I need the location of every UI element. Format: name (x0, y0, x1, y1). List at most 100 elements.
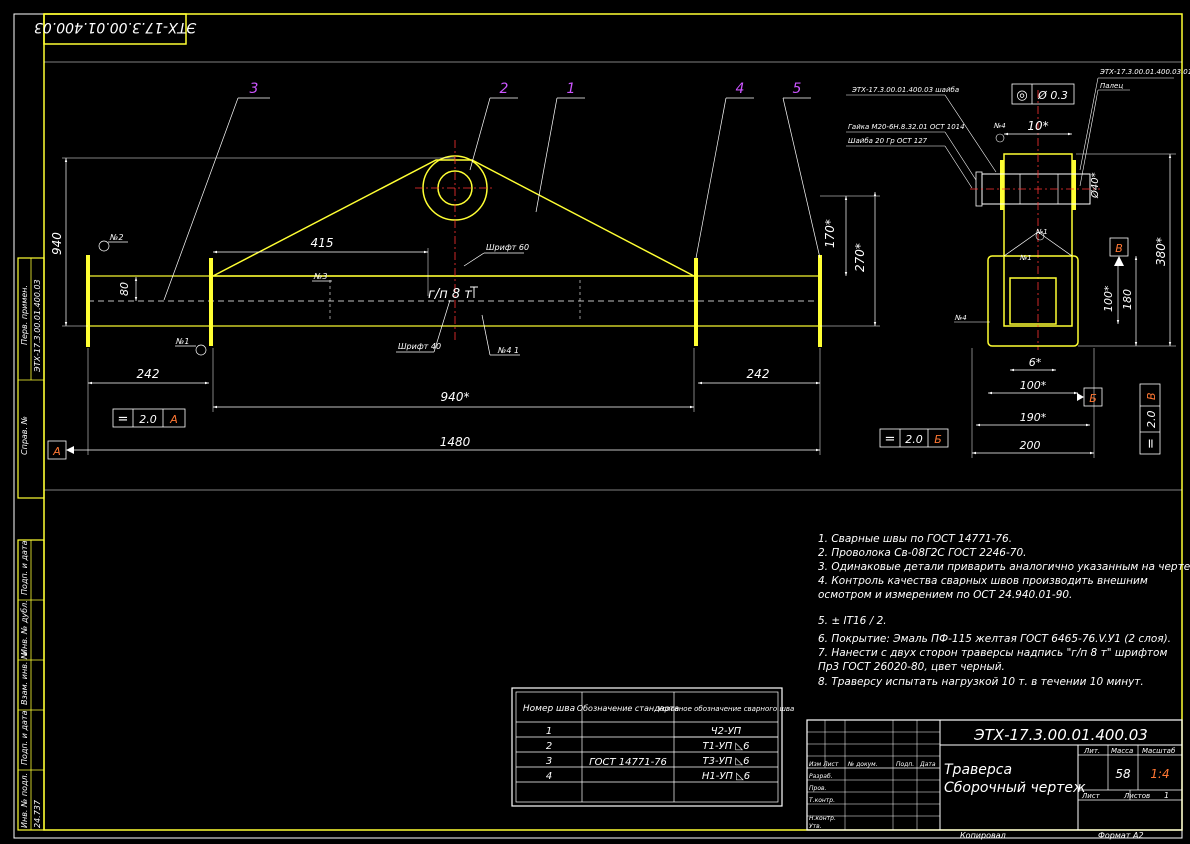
dim-200: 200 (1020, 439, 1041, 452)
weld-row2-num: 2 (546, 741, 552, 752)
tb-code: ЭТХ-17.3.00.01.400.03 (973, 726, 1148, 744)
weld-row2-sym: Т1-УП ◺6 (703, 741, 750, 752)
stamp-podp1: Подп. и дата (20, 540, 29, 595)
weld-n1b: №1 (1035, 228, 1048, 236)
tube-section-inner (1009, 277, 1057, 325)
side-leaders: ЭТХ-17.3.00.01.400.03 шайба Гайка М20-6Н… (846, 68, 1190, 323)
weld-header-sym: Условное обозначение сварного шва (658, 705, 795, 713)
tol-a-symbol: = (118, 412, 129, 427)
note-4: 4. Контроль качества сварных швов произв… (818, 575, 1148, 587)
triangle-plate (212, 159, 695, 277)
tb-list: Лист (1081, 792, 1101, 800)
tb-listov-val: 1 (1164, 791, 1169, 800)
outer-frame (13, 13, 1183, 839)
dim-170: 170* (823, 219, 837, 248)
dim-6: 6* (1029, 356, 1042, 369)
tol-a-value: 2.0 (139, 413, 157, 426)
weld-row1-num: 1 (546, 726, 552, 737)
tb-mass-val: 58 (1115, 767, 1131, 781)
weld-n1c: №1 (1019, 254, 1032, 262)
note-1: 1. Сварные швы по ГОСТ 14771-76. (818, 533, 1012, 545)
tb-masshtab: Масштаб (1142, 747, 1176, 755)
weld-row4-num: 4 (546, 771, 552, 782)
tb-name1: Траверса (944, 762, 1012, 778)
gp-inscription: г/п 8 т (428, 287, 472, 302)
font-note-40: Шрифт 40 (398, 342, 441, 351)
tb-ndok: № докум. (847, 761, 878, 768)
top-code-stamp: ЭТХ-17.3.00.01.400.03 (34, 13, 197, 45)
stamp-vzam: Взам. инв. № (20, 651, 29, 705)
tol-b-symbol: = (885, 432, 896, 447)
weld-n1a: №1 (175, 337, 189, 346)
tb-scale-val: 1:4 (1150, 767, 1169, 781)
datum-b: Б (1077, 387, 1103, 407)
tube-section-outer (987, 255, 1079, 347)
footer-format: Формат А2 (1098, 831, 1144, 840)
title-block: Изм Лист № докум. Подп. Дата Разраб. Про… (806, 719, 1183, 831)
tolerance-flat-a: = 2.0 А (112, 408, 186, 428)
stamp-inv-dubl: Инв. № дубл. (20, 600, 29, 655)
weld-w1: 1 (514, 346, 519, 355)
font-note-60: Шрифт 60 (486, 243, 529, 252)
note-6: 6. Покрытие: Эмаль ПФ-115 желтая ГОСТ 64… (818, 633, 1171, 645)
tol-v-value: 2.0 (1145, 411, 1158, 429)
leader-washer: ЭТХ-17.3.00.01.400.03 шайба (851, 86, 959, 94)
dim-940-vert: 940 (50, 232, 64, 255)
stamp-inv-podl: Инв. № подл. (20, 773, 29, 828)
runout-value: Ø 0.3 (1037, 89, 1068, 102)
leader-nut: Гайка М20-6Н.8.32.01 ОСТ 1014 (848, 123, 965, 131)
tb-razrab: Разраб. (809, 773, 833, 780)
tol-a-base: А (169, 413, 178, 426)
note-3: 3. Одинаковые детали приварить аналогичн… (818, 561, 1190, 573)
note-2: 2. Проволока Св-08Г2С ГОСТ 2246-70. (818, 547, 1026, 559)
side-stamp: Перв. примен. ЭТХ-17.3.00.01.400.03 Спра… (17, 257, 45, 831)
tb-prov: Пров. (809, 785, 827, 792)
tol-v-symbol: = (1144, 438, 1159, 449)
weld-row4-sym: Н1-УП ◺6 (702, 771, 750, 782)
dim-1480: 1480 (440, 435, 471, 449)
dim-940: 940* (441, 390, 470, 404)
dim-380: 380* (1154, 237, 1168, 266)
end-plate-left (86, 255, 90, 347)
callout-3: 3 (250, 81, 259, 97)
technical-notes: 1. Сварные швы по ГОСТ 14771-76. 2. Пров… (818, 533, 1190, 688)
tb-data: Дата (919, 761, 936, 768)
weld-n4a: №4 (993, 122, 1006, 130)
callout-1: 1 (567, 81, 576, 97)
note-8: 8. Траверсу испытать нагрузкой 10 т. в т… (818, 676, 1144, 688)
tb-utv: Утв. (809, 823, 822, 830)
weld-header-num: Номер шва (523, 704, 575, 714)
tol-b-base: Б (934, 433, 942, 446)
tol-v-base: В (1145, 392, 1158, 400)
stamp-perv: Перв. примен. (20, 285, 29, 345)
callout-4: 4 (736, 81, 745, 97)
tb-name2: Сборочный чертеж (944, 780, 1086, 796)
weld-row2-std: ГОСТ 14771-76 (589, 757, 667, 768)
dim-10: 10* (1027, 119, 1048, 133)
callout-5: 5 (793, 81, 802, 97)
datum-v: В (1109, 237, 1129, 266)
datum-a-label: А (52, 445, 61, 458)
weld-n2: №2 (109, 233, 123, 242)
note-4b: осмотром и измерением по ОСТ 24.940.01-9… (818, 589, 1072, 601)
datum-a: А (47, 440, 74, 460)
tb-nkontr: Н.контр. (809, 815, 836, 822)
weld-n4b: №4 (954, 314, 967, 322)
tb-tkontr: Т.контр. (809, 797, 835, 804)
dim-100-vert: 100* (1102, 285, 1115, 312)
dim-80: 80 (118, 282, 131, 296)
stamp-podp2: Подп. и дата (20, 710, 29, 765)
weld-row3-num: 3 (546, 756, 552, 767)
tolerance-flat-v: В 2.0 = (1139, 383, 1161, 455)
stamp-inv-val: 24.737 (33, 799, 42, 828)
weld-row3-sym: Т3-УП ◺6 (703, 756, 750, 767)
dim-d40: Ø40* (1089, 172, 1101, 199)
weld-row1-sym: Ч2-УП (711, 726, 742, 737)
datum-v-label: В (1115, 242, 1123, 255)
tb-podp: Подп. (896, 761, 914, 768)
dim-415: 415 (311, 236, 334, 250)
top-code-text: ЭТХ-17.3.00.01.400.03 (34, 19, 197, 35)
tolerance-flat-b: = 2.0 Б (879, 428, 949, 448)
flange-left (209, 258, 213, 346)
dim-100-horiz: 100* (1020, 379, 1047, 392)
